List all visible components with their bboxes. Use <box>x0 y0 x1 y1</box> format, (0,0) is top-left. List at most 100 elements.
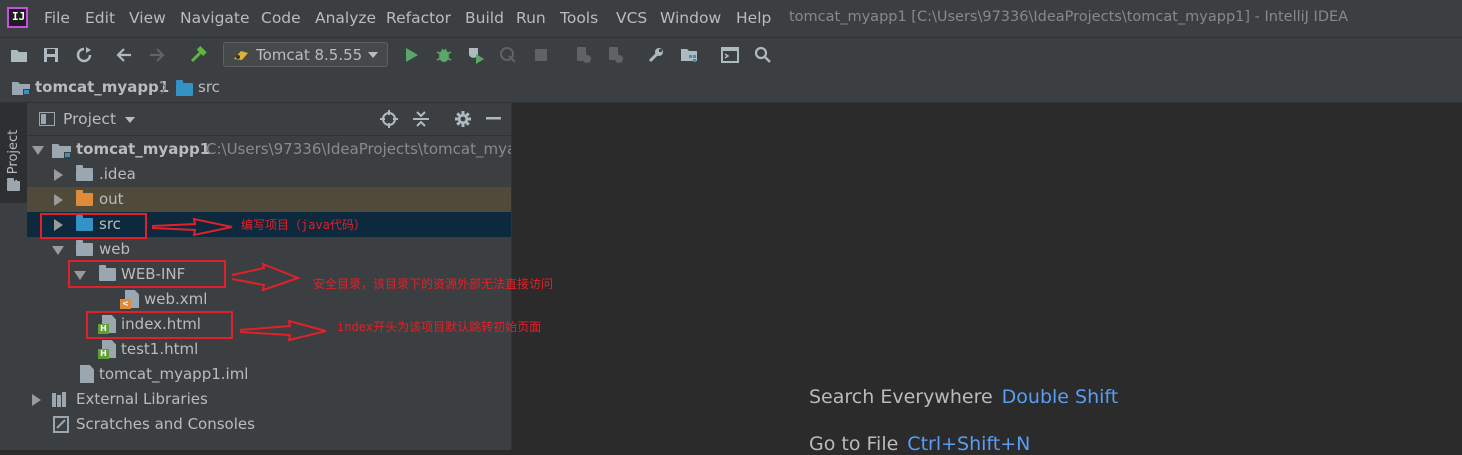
xml-badge-icon: < <box>120 299 131 309</box>
attach-debugger-icon[interactable] <box>574 46 592 64</box>
run-configuration-label: Tomcat 8.5.55 <box>256 46 363 64</box>
annotation-note-src: 编写项目（java代码） <box>241 218 366 232</box>
hint-shortcut: Ctrl+Shift+N <box>907 433 1031 455</box>
tree-item-label: test1.html <box>121 340 199 358</box>
menu-vcs[interactable]: VCS <box>616 9 647 27</box>
back-arrow-icon[interactable] <box>115 46 133 64</box>
tree-item-project-root[interactable]: tomcat_myapp1 C:\Users\97336\IdeaProject… <box>27 137 511 162</box>
menu-view[interactable]: View <box>129 9 166 27</box>
device-settings-icon[interactable] <box>606 46 624 64</box>
window-title: tomcat_myapp1 [C:\Users\97336\IdeaProjec… <box>789 9 1349 25</box>
hint-search-everywhere: Search Everywhere Double Shift <box>809 386 1118 408</box>
breadcrumb-project[interactable]: tomcat_myapp1 <box>35 78 169 96</box>
annotation-note-web-inf: 安全目录，该目录下的资源外部无法直接访问 <box>313 277 554 291</box>
collapse-all-icon[interactable] <box>413 110 429 128</box>
run-with-coverage-icon[interactable] <box>467 46 485 64</box>
debug-icon[interactable] <box>435 46 453 64</box>
breadcrumb-src[interactable]: src <box>198 78 220 96</box>
project-panel-header: Project <box>27 103 511 136</box>
tree-item-out[interactable]: out <box>27 187 511 212</box>
expand-arrow-icon[interactable] <box>54 169 63 181</box>
hint-shortcut: Double Shift <box>1001 386 1119 408</box>
editor-area: Search Everywhere Double Shift Go to File… <box>512 103 1462 455</box>
menu-help[interactable]: Help <box>736 9 771 27</box>
library-icon <box>52 392 66 407</box>
menu-edit[interactable]: Edit <box>85 9 115 27</box>
folder-icon <box>7 178 20 191</box>
tree-item-label: web <box>99 240 131 258</box>
tree-item-label: Scratches and Consoles <box>76 415 255 433</box>
tree-item-label: web.xml <box>144 290 208 308</box>
tree-item-external-libraries[interactable]: External Libraries <box>27 387 511 412</box>
menu-build[interactable]: Build <box>465 9 504 27</box>
chevron-down-icon[interactable] <box>125 117 135 123</box>
tree-item-label: tomcat_myapp1.iml <box>99 365 249 383</box>
menu-file[interactable]: File <box>44 9 70 27</box>
run-configuration-select[interactable]: Tomcat 8.5.55 <box>223 42 388 67</box>
sync-icon[interactable] <box>75 46 93 64</box>
menu-window[interactable]: Window <box>660 9 721 27</box>
hide-panel-icon[interactable] <box>486 117 501 120</box>
save-icon[interactable] <box>42 46 60 64</box>
menu-bar: IJ File Edit View Navigate Code Analyze … <box>0 0 1462 37</box>
module-folder-icon <box>52 144 71 158</box>
project-structure-icon[interactable] <box>680 46 698 64</box>
hint-go-to-file: Go to File Ctrl+Shift+N <box>809 433 1030 455</box>
annotation-box-index <box>86 311 233 339</box>
wrench-settings-icon[interactable] <box>647 46 665 64</box>
annotation-box-src <box>40 213 147 239</box>
forward-arrow-icon[interactable] <box>148 46 166 64</box>
menu-refactor[interactable]: Refactor <box>386 9 451 27</box>
tree-item-iml[interactable]: tomcat_myapp1.iml <box>27 362 511 387</box>
gear-icon[interactable] <box>454 110 472 128</box>
tree-item-label: out <box>99 190 124 208</box>
source-folder-icon <box>176 80 193 96</box>
tree-item-label: External Libraries <box>76 390 208 408</box>
menu-analyze[interactable]: Analyze <box>315 9 376 27</box>
tree-item-test1-html[interactable]: H test1.html <box>27 337 511 362</box>
tree-item-scratches[interactable]: Scratches and Consoles <box>27 412 511 437</box>
folder-icon <box>76 165 93 181</box>
breadcrumb: tomcat_myapp1 〉 src <box>0 73 1462 103</box>
intellij-logo-icon: IJ <box>7 7 28 28</box>
tomcat-icon <box>234 51 248 60</box>
terminal-window-icon[interactable] <box>721 46 739 64</box>
breadcrumb-separator: 〉 <box>160 79 176 97</box>
build-hammer-icon[interactable] <box>189 46 207 64</box>
search-icon[interactable] <box>754 46 772 64</box>
menu-tools[interactable]: Tools <box>560 9 598 27</box>
chevron-down-icon <box>368 52 378 58</box>
expand-arrow-icon[interactable] <box>32 146 44 155</box>
expand-arrow-icon[interactable] <box>32 394 41 406</box>
html-badge-icon: H <box>98 349 109 359</box>
profile-icon[interactable] <box>499 46 517 64</box>
expand-arrow-icon[interactable] <box>54 194 63 206</box>
iml-file-icon <box>80 365 94 383</box>
locate-file-icon[interactable] <box>380 110 398 128</box>
module-folder-icon <box>12 82 30 95</box>
scratches-icon <box>53 416 69 433</box>
tree-item-web[interactable]: web <box>27 237 511 262</box>
tree-item-label: tomcat_myapp1 <box>76 140 211 158</box>
excluded-folder-icon <box>76 190 93 206</box>
expand-arrow-icon[interactable] <box>52 246 64 255</box>
project-view-icon <box>39 112 55 126</box>
project-view-select[interactable]: Project <box>63 110 116 128</box>
annotation-box-web-inf <box>68 260 226 288</box>
project-path: C:\Users\97336\IdeaProjects\tomcat_myap <box>206 140 512 158</box>
project-tool-window-tab[interactable]: 1: Project <box>0 103 27 203</box>
open-folder-icon[interactable] <box>10 46 28 64</box>
run-icon[interactable] <box>402 46 420 64</box>
app-icon-label: IJ <box>12 10 26 23</box>
menu-run[interactable]: Run <box>516 9 546 27</box>
hint-label: Search Everywhere <box>809 386 993 408</box>
hint-label: Go to File <box>809 433 899 455</box>
main-toolbar: Tomcat 8.5.55 <box>0 37 1462 73</box>
web-folder-icon <box>76 240 93 256</box>
tree-item-label: .idea <box>99 165 136 183</box>
stop-icon[interactable] <box>532 46 550 64</box>
menu-code[interactable]: Code <box>261 9 301 27</box>
tree-item-idea[interactable]: .idea <box>27 162 511 187</box>
annotation-note-index: index开头为该项目默认跳转初始页面 <box>337 320 542 334</box>
menu-navigate[interactable]: Navigate <box>180 9 250 27</box>
